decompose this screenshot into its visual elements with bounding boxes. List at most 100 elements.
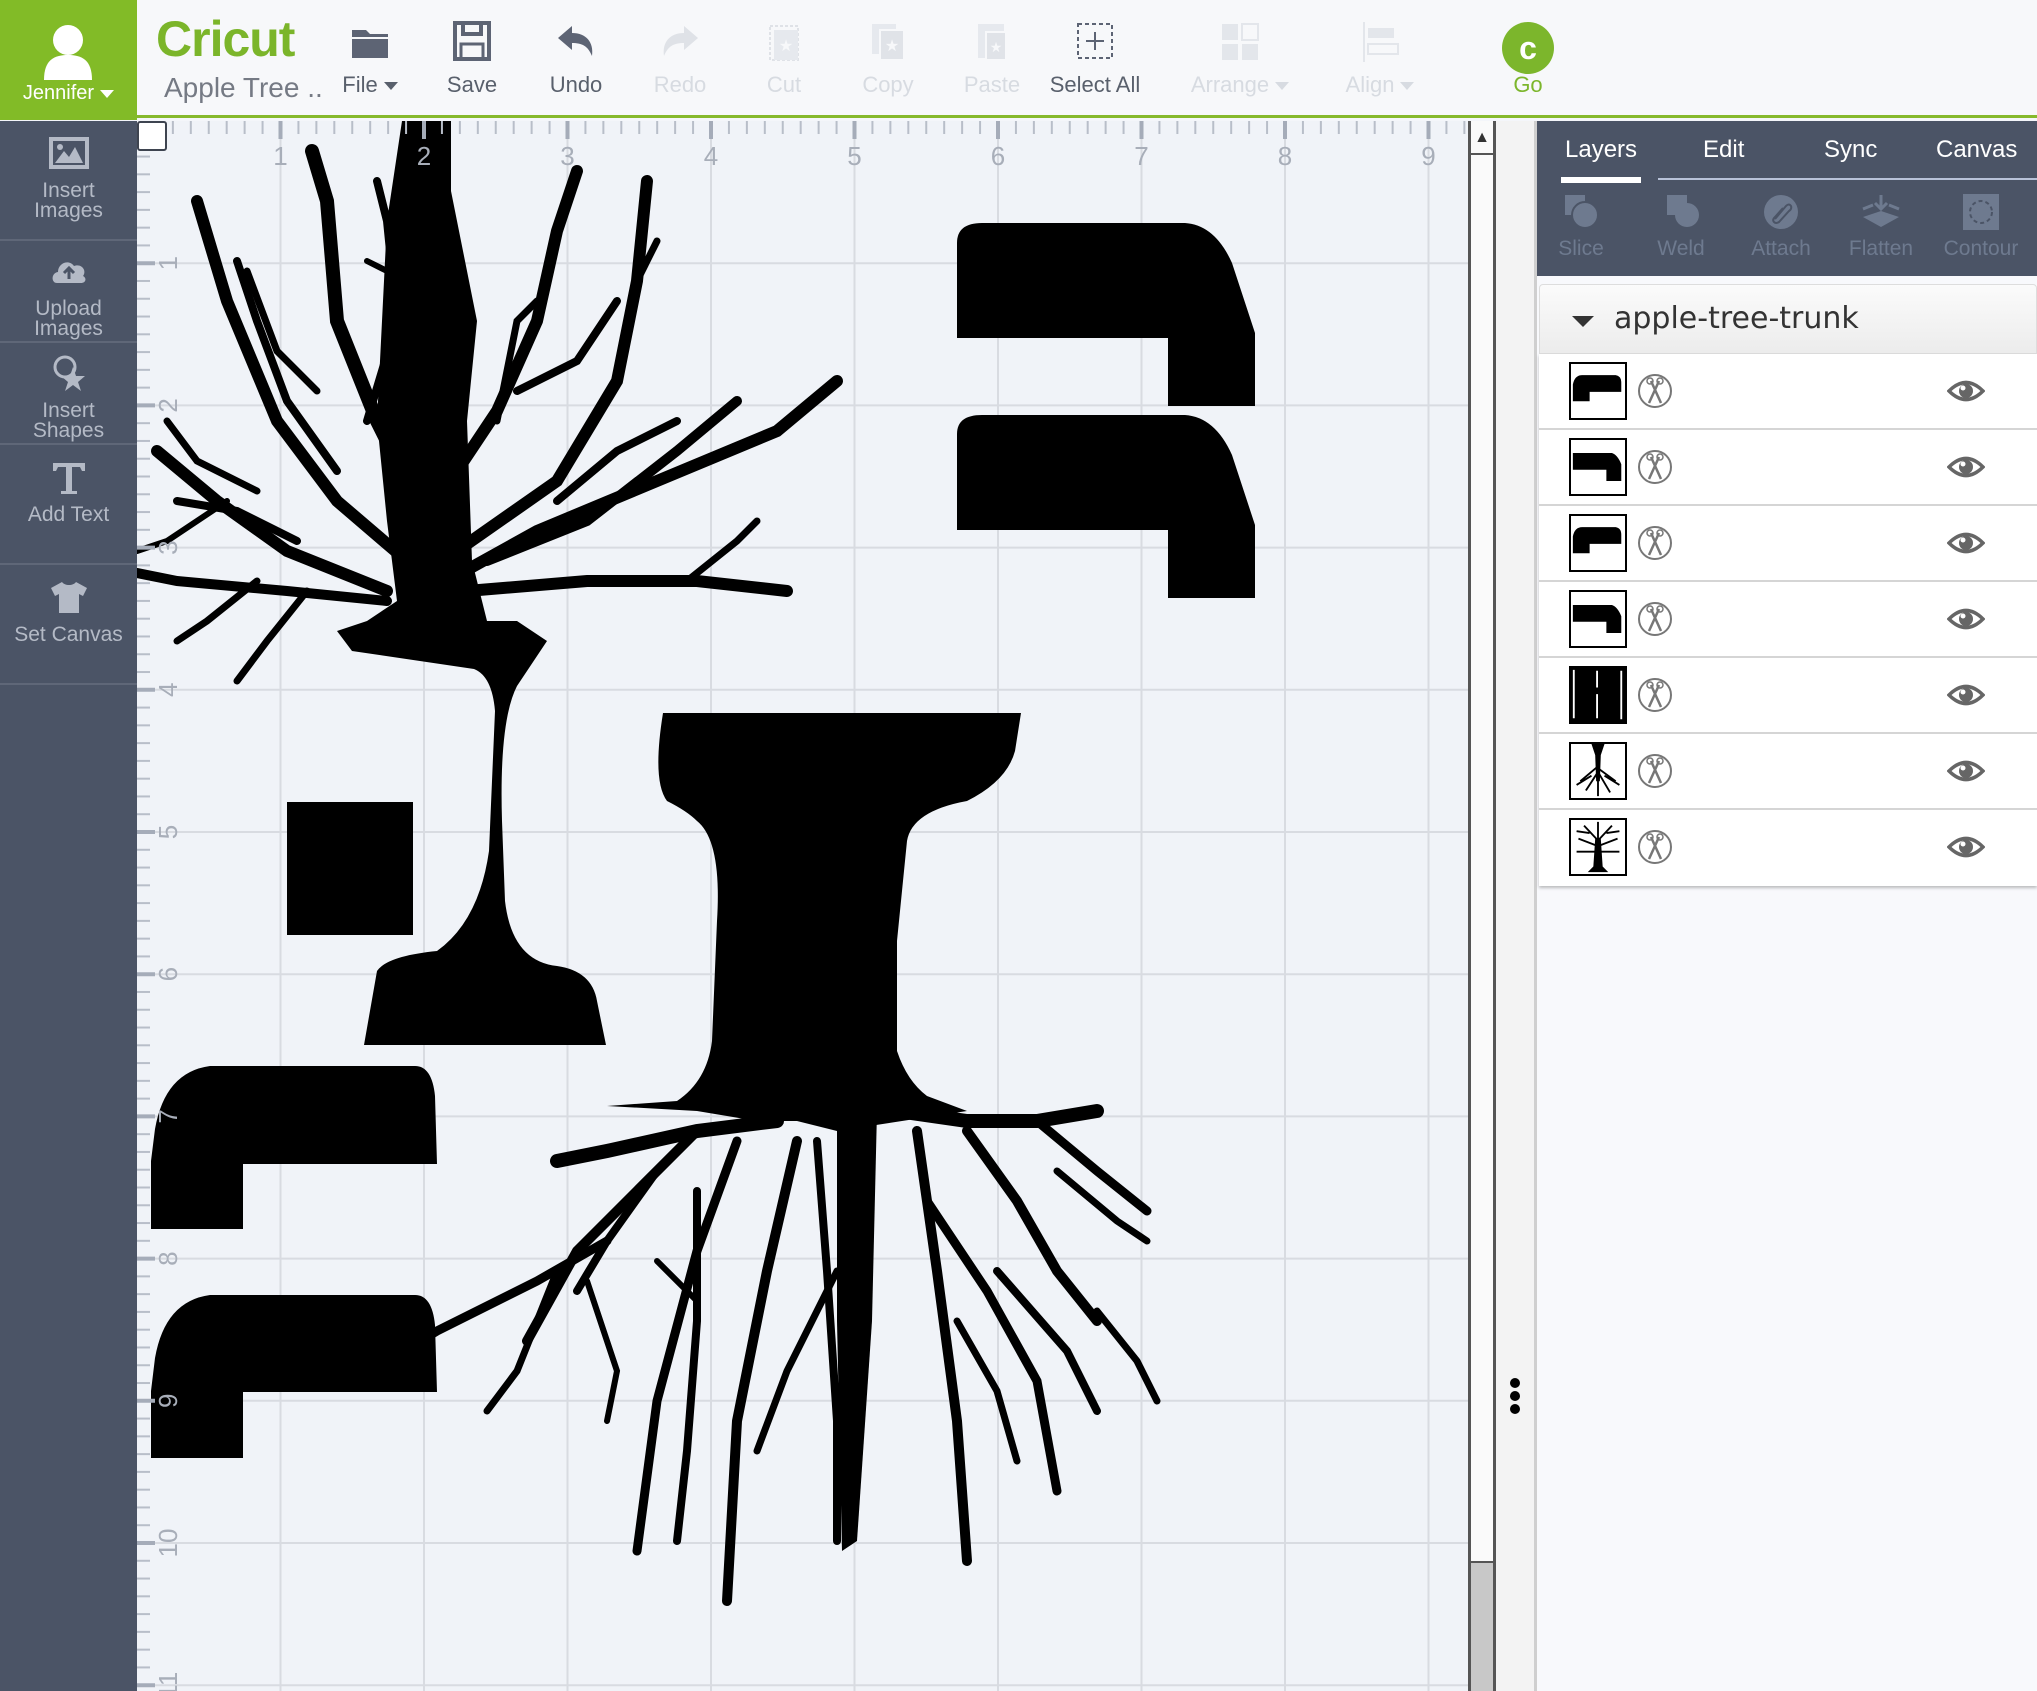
layer-thumbnail[interactable] — [1569, 590, 1627, 648]
tab-canvas[interactable]: Canvas — [1936, 136, 2017, 164]
eye-visibility-icon[interactable] — [1947, 682, 1985, 708]
layer-row[interactable] — [1539, 658, 2037, 734]
layer-thumbnail[interactable] — [1569, 666, 1627, 724]
tab-sync[interactable]: Sync — [1824, 136, 1877, 164]
ruler-top-label: 7 — [1134, 141, 1148, 171]
ruler-top-label: 2 — [417, 141, 431, 171]
sidebar-item-upload-images[interactable]: Upload Images — [0, 241, 137, 343]
go-button[interactable]: c — [1502, 22, 1554, 74]
ruler-corner[interactable] — [137, 121, 167, 151]
rulers: 1 2 3 4 5 6 7 8 9 1 2 3 4 5 6 7 8 9 10 11 — [137, 121, 1466, 1691]
eye-visibility-icon[interactable] — [1947, 454, 1985, 480]
layer-thumbnail[interactable] — [1569, 362, 1627, 420]
align-button[interactable]: Align — [1330, 0, 1430, 110]
go-label[interactable]: Go — [1490, 72, 1566, 98]
layer-row[interactable] — [1539, 582, 2037, 658]
cloud-upload-icon — [52, 262, 85, 283]
ruler-top-label: 5 — [847, 141, 861, 171]
design-canvas[interactable]: 1 2 3 4 5 6 7 8 9 1 2 3 4 5 6 7 8 9 10 11 — [137, 121, 1470, 1691]
select-all-button[interactable]: Select All — [1040, 0, 1150, 110]
paste-button[interactable]: ★ Paste — [952, 0, 1032, 110]
redo-button[interactable]: Redo — [640, 0, 720, 110]
sidebar-item-set-canvas[interactable]: Set Canvas — [0, 565, 137, 685]
eye-visibility-icon[interactable] — [1947, 378, 1985, 404]
user-menu[interactable]: Jennifer — [0, 0, 137, 120]
layer-row[interactable] — [1539, 354, 2037, 430]
save-button[interactable]: Save — [432, 0, 512, 110]
layer-group-header[interactable]: apple-tree-trunk — [1539, 284, 2037, 354]
scissors-cut-icon[interactable] — [1637, 373, 1673, 409]
ruler-left-label: 3 — [153, 540, 183, 554]
eye-visibility-icon[interactable] — [1947, 530, 1985, 556]
tab-layers[interactable]: Layers — [1565, 136, 1637, 164]
layer-thumbnail[interactable] — [1569, 742, 1627, 800]
flatten-icon — [1862, 195, 1900, 227]
slice-button[interactable]: Slice — [1541, 193, 1621, 261]
layer-row[interactable] — [1539, 810, 2037, 886]
user-avatar-icon — [44, 25, 92, 80]
ruler-top-label: 9 — [1421, 141, 1435, 171]
tab-edit[interactable]: Edit — [1703, 136, 1744, 164]
flatten-button[interactable]: Flatten — [1841, 193, 1921, 261]
layer-thumbnail[interactable] — [1569, 818, 1627, 876]
top-toolbar: Jennifer Cricut Apple Tree .. File Save … — [0, 0, 2037, 120]
collapse-triangle-icon[interactable] — [1572, 316, 1594, 327]
scissors-cut-icon[interactable] — [1637, 449, 1673, 485]
user-name: Jennifer — [0, 82, 137, 105]
copy-icon: ★ — [872, 24, 905, 61]
layers-list — [1539, 354, 2037, 886]
slice-icon — [1565, 195, 1599, 229]
ruler-left-label: 5 — [153, 825, 183, 839]
ruler-left-label: 1 — [153, 256, 183, 270]
contour-button[interactable]: Contour — [1941, 193, 2021, 261]
ruler-top-label: 6 — [991, 141, 1005, 171]
project-title[interactable]: Apple Tree .. — [164, 72, 323, 104]
scrollbar-thumb[interactable] — [1471, 1561, 1493, 1691]
layers-panel: Layers Edit Sync Canvas Slice Weld Attac… — [1537, 121, 2037, 1691]
scissors-cut-icon[interactable] — [1637, 601, 1673, 637]
text-t-icon — [52, 463, 85, 494]
scissors-cut-icon[interactable] — [1637, 525, 1673, 561]
copy-button[interactable]: ★ Copy — [848, 0, 928, 110]
eye-visibility-icon[interactable] — [1947, 834, 1985, 860]
attach-button[interactable]: Attach — [1741, 193, 1821, 261]
ruler-left-label: 11 — [153, 1672, 183, 1691]
drag-handle-icon[interactable] — [1510, 1378, 1520, 1417]
floppy-disk-icon — [453, 21, 491, 61]
weld-button[interactable]: Weld — [1641, 193, 1721, 261]
sidebar-item-insert-shapes[interactable]: Insert Shapes — [0, 343, 137, 445]
ruler-left-label: 2 — [153, 398, 183, 412]
scissors-cut-icon[interactable] — [1637, 753, 1673, 789]
weld-icon — [1667, 195, 1699, 227]
redo-arrow-icon — [663, 26, 698, 56]
layer-row[interactable] — [1539, 430, 2037, 506]
file-button[interactable]: File — [330, 0, 410, 110]
left-sidebar: Insert Images Upload Images Insert Shapes A… — [0, 121, 137, 1691]
ruler-top-label: 1 — [273, 141, 287, 171]
eye-visibility-icon[interactable] — [1947, 606, 1985, 632]
canvas-vertical-scrollbar[interactable]: ▲ — [1468, 121, 1496, 1691]
scissors-cut-icon[interactable] — [1637, 677, 1673, 713]
paperclip-icon — [1764, 195, 1798, 229]
active-tab-indicator — [1561, 177, 1641, 183]
arrange-icon — [1222, 23, 1259, 60]
svg-text:★: ★ — [779, 38, 793, 55]
cut-icon: ★ — [769, 25, 799, 61]
svg-text:★: ★ — [885, 38, 899, 55]
layer-row[interactable] — [1539, 506, 2037, 582]
cut-button[interactable]: ★ Cut — [744, 0, 824, 110]
arrange-button[interactable]: Arrange — [1185, 0, 1295, 110]
ruler-left-label: 7 — [153, 1109, 183, 1123]
scroll-up-arrow-icon[interactable]: ▲ — [1471, 121, 1493, 155]
layer-thumbnail[interactable] — [1569, 438, 1627, 496]
sidebar-item-insert-images[interactable]: Insert Images — [0, 121, 137, 241]
eye-visibility-icon[interactable] — [1947, 758, 1985, 784]
panel-resize-divider[interactable] — [1496, 121, 1537, 1691]
sidebar-item-add-text[interactable]: Add Text — [0, 445, 137, 565]
layer-group-name: apple-tree-trunk — [1614, 301, 1859, 336]
layer-row[interactable] — [1539, 734, 2037, 810]
undo-button[interactable]: Undo — [536, 0, 616, 110]
ruler-top-label: 3 — [560, 141, 574, 171]
scissors-cut-icon[interactable] — [1637, 829, 1673, 865]
layer-thumbnail[interactable] — [1569, 514, 1627, 572]
